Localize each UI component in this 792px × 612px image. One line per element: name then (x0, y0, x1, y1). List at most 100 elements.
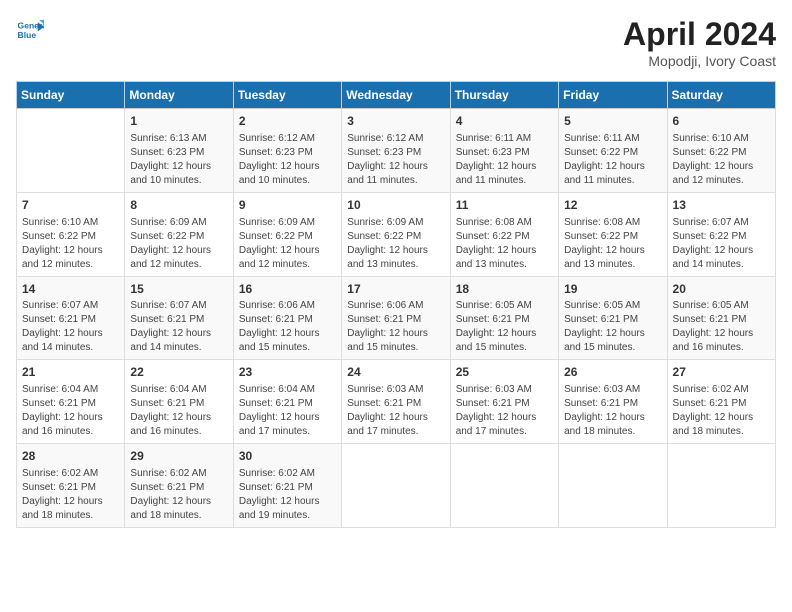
calendar-cell: 25 Sunrise: 6:03 AM Sunset: 6:21 PM Dayli… (450, 360, 558, 444)
calendar-cell: 20Sunrise: 6:05 AM Sunset: 6:21 PM Dayli… (667, 276, 775, 360)
calendar-cell: 19Sunrise: 6:05 AM Sunset: 6:21 PM Dayli… (559, 276, 667, 360)
day-number: 19 (564, 281, 661, 298)
day-number: 2 (239, 113, 336, 130)
day-number: 12 (564, 197, 661, 214)
calendar-week-row: 14Sunrise: 6:07 AM Sunset: 6:21 PM Dayli… (17, 276, 776, 360)
calendar-cell (667, 444, 775, 528)
calendar-cell: 6 Sunrise: 6:10 AM Sunset: 6:22 PM Daylig… (667, 109, 775, 193)
calendar-cell: 4 Sunrise: 6:11 AM Sunset: 6:23 PM Daylig… (450, 109, 558, 193)
logo-icon: General Blue (16, 16, 44, 44)
day-info: Sunrise: 6:03 AM Sunset: 6:21 PM Dayligh… (347, 383, 444, 439)
day-number: 7 (22, 197, 119, 214)
day-number: 18 (456, 281, 553, 298)
day-number: 11 (456, 197, 553, 214)
day-info: Sunrise: 6:02 AM Sunset: 6:21 PM Dayligh… (673, 383, 770, 439)
day-info: Sunrise: 6:13 AM Sunset: 6:23 PM Dayligh… (130, 132, 227, 188)
calendar-cell (450, 444, 558, 528)
calendar-cell: 21 Sunrise: 6:04 AM Sunset: 6:21 PM Dayli… (17, 360, 125, 444)
day-number: 1 (130, 113, 227, 130)
day-info: Sunrise: 6:07 AM Sunset: 6:21 PM Dayligh… (22, 299, 119, 355)
title-area: April 2024 Mopodji, Ivory Coast (623, 16, 776, 69)
day-info: Sunrise: 6:08 AM Sunset: 6:22 PM Dayligh… (456, 216, 553, 272)
calendar-cell: 1 Sunrise: 6:13 AM Sunset: 6:23 PM Daylig… (125, 109, 233, 193)
day-info: Sunrise: 6:10 AM Sunset: 6:22 PM Dayligh… (22, 216, 119, 272)
day-info: Sunrise: 6:07 AM Sunset: 6:22 PM Dayligh… (673, 216, 770, 272)
day-info: Sunrise: 6:11 AM Sunset: 6:23 PM Dayligh… (456, 132, 553, 188)
calendar-cell: 17Sunrise: 6:06 AM Sunset: 6:21 PM Dayli… (342, 276, 450, 360)
calendar-cell: 13 Sunrise: 6:07 AM Sunset: 6:22 PM Dayli… (667, 192, 775, 276)
weekday-header: Friday (559, 82, 667, 109)
calendar-header-row: SundayMondayTuesdayWednesdayThursdayFrid… (17, 82, 776, 109)
day-number: 17 (347, 281, 444, 298)
weekday-header: Tuesday (233, 82, 341, 109)
day-number: 14 (22, 281, 119, 298)
day-number: 23 (239, 364, 336, 381)
calendar-cell: 11 Sunrise: 6:08 AM Sunset: 6:22 PM Dayli… (450, 192, 558, 276)
calendar-cell: 2 Sunrise: 6:12 AM Sunset: 6:23 PM Daylig… (233, 109, 341, 193)
weekday-header: Monday (125, 82, 233, 109)
weekday-header: Wednesday (342, 82, 450, 109)
calendar-week-row: 28 Sunrise: 6:02 AM Sunset: 6:21 PM Dayli… (17, 444, 776, 528)
calendar-cell: 10 Sunrise: 6:09 AM Sunset: 6:22 PM Dayli… (342, 192, 450, 276)
day-number: 6 (673, 113, 770, 130)
day-number: 4 (456, 113, 553, 130)
day-info: Sunrise: 6:03 AM Sunset: 6:21 PM Dayligh… (564, 383, 661, 439)
calendar-week-row: 7 Sunrise: 6:10 AM Sunset: 6:22 PM Daylig… (17, 192, 776, 276)
calendar-body: 1 Sunrise: 6:13 AM Sunset: 6:23 PM Daylig… (17, 109, 776, 528)
day-number: 9 (239, 197, 336, 214)
calendar-cell (17, 109, 125, 193)
day-number: 21 (22, 364, 119, 381)
calendar-cell: 16Sunrise: 6:06 AM Sunset: 6:21 PM Dayli… (233, 276, 341, 360)
day-info: Sunrise: 6:04 AM Sunset: 6:21 PM Dayligh… (22, 383, 119, 439)
day-number: 25 (456, 364, 553, 381)
day-info: Sunrise: 6:06 AM Sunset: 6:21 PM Dayligh… (347, 299, 444, 355)
day-number: 13 (673, 197, 770, 214)
weekday-header: Saturday (667, 82, 775, 109)
day-info: Sunrise: 6:04 AM Sunset: 6:21 PM Dayligh… (130, 383, 227, 439)
calendar-cell: 27 Sunrise: 6:02 AM Sunset: 6:21 PM Dayli… (667, 360, 775, 444)
day-info: Sunrise: 6:02 AM Sunset: 6:21 PM Dayligh… (22, 467, 119, 523)
calendar-cell: 18Sunrise: 6:05 AM Sunset: 6:21 PM Dayli… (450, 276, 558, 360)
day-info: Sunrise: 6:08 AM Sunset: 6:22 PM Dayligh… (564, 216, 661, 272)
calendar-cell: 5Sunrise: 6:11 AM Sunset: 6:22 PM Daylig… (559, 109, 667, 193)
day-info: Sunrise: 6:04 AM Sunset: 6:21 PM Dayligh… (239, 383, 336, 439)
day-info: Sunrise: 6:12 AM Sunset: 6:23 PM Dayligh… (239, 132, 336, 188)
calendar-cell: 14Sunrise: 6:07 AM Sunset: 6:21 PM Dayli… (17, 276, 125, 360)
header: General Blue April 2024 Mopodji, Ivory C… (16, 16, 776, 69)
day-info: Sunrise: 6:10 AM Sunset: 6:22 PM Dayligh… (673, 132, 770, 188)
day-number: 24 (347, 364, 444, 381)
calendar-week-row: 21 Sunrise: 6:04 AM Sunset: 6:21 PM Dayli… (17, 360, 776, 444)
calendar-cell: 7 Sunrise: 6:10 AM Sunset: 6:22 PM Daylig… (17, 192, 125, 276)
day-number: 15 (130, 281, 227, 298)
day-number: 3 (347, 113, 444, 130)
day-info: Sunrise: 6:05 AM Sunset: 6:21 PM Dayligh… (673, 299, 770, 355)
weekday-header: Sunday (17, 82, 125, 109)
day-info: Sunrise: 6:03 AM Sunset: 6:21 PM Dayligh… (456, 383, 553, 439)
calendar-table: SundayMondayTuesdayWednesdayThursdayFrid… (16, 81, 776, 528)
calendar-cell: 23 Sunrise: 6:04 AM Sunset: 6:21 PM Dayli… (233, 360, 341, 444)
calendar-cell: 28 Sunrise: 6:02 AM Sunset: 6:21 PM Dayli… (17, 444, 125, 528)
calendar-cell: 3Sunrise: 6:12 AM Sunset: 6:23 PM Daylig… (342, 109, 450, 193)
day-number: 29 (130, 448, 227, 465)
day-number: 5 (564, 113, 661, 130)
day-number: 30 (239, 448, 336, 465)
day-info: Sunrise: 6:09 AM Sunset: 6:22 PM Dayligh… (239, 216, 336, 272)
calendar-cell (559, 444, 667, 528)
day-number: 27 (673, 364, 770, 381)
day-number: 28 (22, 448, 119, 465)
subtitle: Mopodji, Ivory Coast (623, 53, 776, 69)
day-info: Sunrise: 6:09 AM Sunset: 6:22 PM Dayligh… (130, 216, 227, 272)
calendar-week-row: 1 Sunrise: 6:13 AM Sunset: 6:23 PM Daylig… (17, 109, 776, 193)
day-number: 10 (347, 197, 444, 214)
svg-text:Blue: Blue (18, 30, 37, 40)
calendar-cell: 9 Sunrise: 6:09 AM Sunset: 6:22 PM Daylig… (233, 192, 341, 276)
day-info: Sunrise: 6:02 AM Sunset: 6:21 PM Dayligh… (239, 467, 336, 523)
day-info: Sunrise: 6:09 AM Sunset: 6:22 PM Dayligh… (347, 216, 444, 272)
calendar-cell: 26Sunrise: 6:03 AM Sunset: 6:21 PM Dayli… (559, 360, 667, 444)
calendar-cell: 12 Sunrise: 6:08 AM Sunset: 6:22 PM Dayli… (559, 192, 667, 276)
day-number: 20 (673, 281, 770, 298)
day-info: Sunrise: 6:02 AM Sunset: 6:21 PM Dayligh… (130, 467, 227, 523)
day-number: 22 (130, 364, 227, 381)
day-info: Sunrise: 6:07 AM Sunset: 6:21 PM Dayligh… (130, 299, 227, 355)
day-number: 8 (130, 197, 227, 214)
